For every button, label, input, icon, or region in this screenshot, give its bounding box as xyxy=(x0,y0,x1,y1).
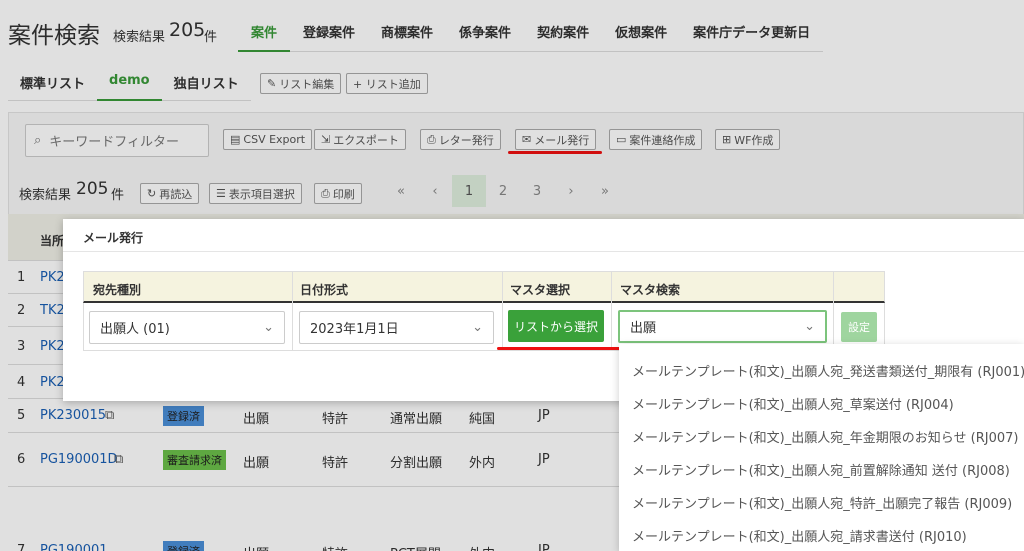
divider xyxy=(833,271,834,351)
chevron-down-icon: ⌄ xyxy=(472,320,483,335)
divider xyxy=(292,271,293,351)
divider xyxy=(611,271,612,351)
modal-table-header xyxy=(83,271,885,303)
dropdown-option[interactable]: メールテンプレート(和文)_出願人宛_特許_出願完了報告 (RJ009) xyxy=(632,493,1012,512)
dropdown-option[interactable]: メールテンプレート(和文)_出願人宛_前置解除通知 送付 (RJ008) xyxy=(632,460,1010,479)
select-from-list-button[interactable]: リストから選択 xyxy=(508,310,604,342)
column-header-master-search: マスタ検索 xyxy=(620,283,681,297)
chevron-down-icon: ⌄ xyxy=(263,320,274,335)
master-search-value: 出願 xyxy=(630,321,657,336)
settings-button[interactable]: 設定 xyxy=(841,312,877,342)
chevron-down-icon: ⌄ xyxy=(804,319,815,334)
recipient-select[interactable]: 出願人 (01) ⌄ xyxy=(89,311,285,344)
column-header-recipient: 宛先種別 xyxy=(93,283,142,297)
master-search-select[interactable]: 出願 ⌄ xyxy=(618,310,827,343)
date-format-value: 2023年1月1日 xyxy=(310,322,399,337)
dropdown-option[interactable]: メールテンプレート(和文)_出願人宛_年金期限のお知らせ (RJ007) xyxy=(632,427,1018,446)
divider xyxy=(502,271,503,351)
dropdown-option[interactable]: メールテンプレート(和文)_出願人宛_発送書類送付_期限有 (RJ001) xyxy=(632,361,1024,380)
divider xyxy=(63,251,1024,252)
date-format-select[interactable]: 2023年1月1日 ⌄ xyxy=(299,311,494,344)
column-header-master-select: マスタ選択 xyxy=(510,283,571,297)
modal-title: メール発行 xyxy=(83,231,144,245)
dropdown-option[interactable]: メールテンプレート(和文)_出願人宛_草案送付 (RJ004) xyxy=(632,394,954,413)
column-header-date-format: 日付形式 xyxy=(300,283,349,297)
recipient-value: 出願人 (01) xyxy=(100,322,170,337)
dropdown-option[interactable]: メールテンプレート(和文)_出願人宛_請求書送付 (RJ010) xyxy=(632,526,967,545)
